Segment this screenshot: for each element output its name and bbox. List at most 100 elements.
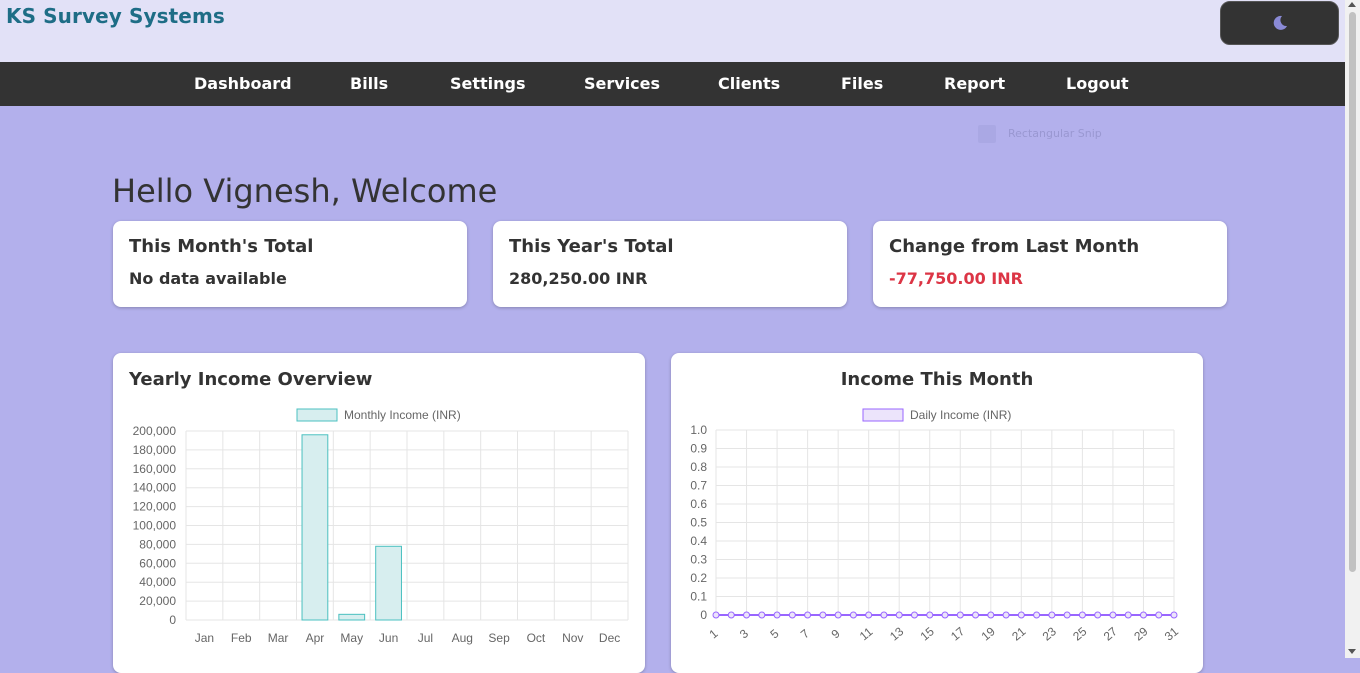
data-point: [972, 611, 980, 619]
data-point: [804, 611, 812, 619]
y-tick-label: 60,000: [139, 556, 176, 570]
data-point: [834, 611, 842, 619]
data-point: [727, 611, 735, 619]
data-point: [1124, 611, 1132, 619]
x-tick-label: Jul: [418, 631, 433, 645]
scroll-up-icon[interactable]: [1348, 2, 1356, 7]
y-tick-label: 0.3: [690, 553, 707, 567]
nav-dashboard[interactable]: Dashboard: [194, 62, 292, 106]
nav-logout[interactable]: Logout: [1066, 62, 1129, 106]
change-card: Change from Last Month -77,750.00 INR: [873, 221, 1227, 307]
legend-swatch: [296, 408, 338, 422]
nav-clients[interactable]: Clients: [718, 62, 780, 106]
bar: [301, 434, 329, 621]
y-tick-label: 0.2: [690, 571, 707, 585]
page-scrollbar[interactable]: [1345, 0, 1360, 658]
bar: [375, 545, 402, 621]
snip-icon: [978, 125, 996, 143]
y-tick-label: 0.7: [690, 479, 707, 493]
data-point: [910, 611, 918, 619]
x-tick-label: Oct: [527, 631, 546, 645]
x-tick-label: Jan: [195, 631, 214, 645]
x-tick-label: 9: [829, 626, 843, 641]
x-tick-label: Sep: [488, 631, 510, 645]
scroll-thumb[interactable]: [1349, 12, 1356, 572]
y-tick-label: 120,000: [133, 500, 177, 514]
data-point: [1109, 611, 1117, 619]
x-tick-label: 17: [948, 624, 967, 644]
x-tick-label: Apr: [306, 631, 325, 645]
data-point: [819, 611, 827, 619]
y-tick-label: 40,000: [139, 575, 176, 589]
nav-report[interactable]: Report: [944, 62, 1005, 106]
data-point: [1063, 611, 1071, 619]
x-tick-label: 29: [1131, 624, 1150, 644]
y-tick-label: 0.1: [690, 590, 707, 604]
scroll-down-icon[interactable]: [1348, 649, 1356, 654]
y-tick-label: 20,000: [139, 594, 176, 608]
nav-bills[interactable]: Bills: [350, 62, 388, 106]
card-value: No data available: [129, 269, 287, 288]
data-point: [849, 611, 857, 619]
y-tick-label: 180,000: [133, 443, 177, 457]
data-point: [987, 611, 995, 619]
y-tick-label: 0.9: [690, 442, 707, 456]
year-total-card: This Year's Total 280,250.00 INR: [493, 221, 847, 307]
y-tick-label: 200,000: [133, 424, 177, 438]
x-tick-label: 11: [857, 624, 876, 643]
x-tick-label: Feb: [231, 631, 252, 645]
data-point: [1017, 611, 1025, 619]
legend-label: Daily Income (INR): [910, 408, 1011, 422]
x-tick-label: 19: [979, 624, 998, 644]
data-point: [1155, 611, 1163, 619]
monthly-income-chart-card: Income This Month 1.0 0.9 0.8 0.7 0.6 0.5 0.4 0…: [671, 353, 1203, 673]
data-point: [1094, 611, 1102, 619]
nav-files[interactable]: Files: [841, 62, 883, 106]
x-tick-label: 7: [798, 626, 812, 641]
y-tick-label: 160,000: [133, 462, 177, 476]
nav-services[interactable]: Services: [584, 62, 660, 106]
x-tick-label: 23: [1040, 624, 1059, 644]
x-tick-label: 15: [918, 624, 937, 644]
data-point: [743, 611, 751, 619]
y-tick-label: 0.4: [690, 534, 707, 548]
data-point: [865, 611, 873, 619]
snip-tool-overlay: Rectangular Snip: [976, 124, 1151, 144]
app-header: KS Survey Systems: [0, 0, 1345, 62]
moon-icon: [1273, 15, 1287, 30]
x-tick-label: 5: [767, 626, 781, 641]
welcome-heading: Hello Vignesh, Welcome: [112, 172, 498, 210]
data-point: [1048, 611, 1056, 619]
data-point: [773, 611, 781, 619]
x-tick-label: 31: [1162, 624, 1181, 644]
x-tick-label: Mar: [268, 631, 289, 645]
data-point: [788, 611, 796, 619]
y-tick-label: 0.5: [690, 516, 707, 530]
data-point: [712, 611, 720, 619]
data-point: [1002, 611, 1010, 619]
data-point: [880, 611, 888, 619]
theme-toggle-button[interactable]: [1220, 1, 1339, 45]
monthly-income-chart: 1.00.90.80.70.60.50.40.30.20.101 3 5 7 9 11 13…: [690, 408, 1181, 644]
card-title: Change from Last Month: [889, 236, 1140, 257]
data-point: [956, 611, 964, 619]
data-point: [1078, 611, 1086, 619]
snip-label: Rectangular Snip: [1008, 127, 1102, 140]
data-point: [941, 611, 949, 619]
y-tick-label: 1.0: [690, 423, 707, 437]
yearly-income-chart: 200,000 180,000 160,000 140,000 120,000 100,0…: [133, 408, 629, 645]
card-value: 280,250.00 INR: [509, 269, 648, 288]
x-tick-label: 13: [887, 624, 906, 644]
card-title: This Year's Total: [509, 236, 674, 257]
data-point: [758, 611, 766, 619]
month-total-card: This Month's Total No data available: [113, 221, 467, 307]
data-point: [1033, 611, 1041, 619]
x-tick-label: Jun: [379, 631, 398, 645]
nav-settings[interactable]: Settings: [450, 62, 526, 106]
card-title: This Month's Total: [129, 236, 314, 257]
brand-title[interactable]: KS Survey Systems: [6, 4, 225, 28]
main-navbar: Dashboard Bills Settings Services Client…: [0, 62, 1345, 106]
x-tick-label: 3: [737, 626, 751, 641]
legend-label: Monthly Income (INR): [344, 408, 461, 422]
x-tick-label: Nov: [562, 631, 583, 645]
